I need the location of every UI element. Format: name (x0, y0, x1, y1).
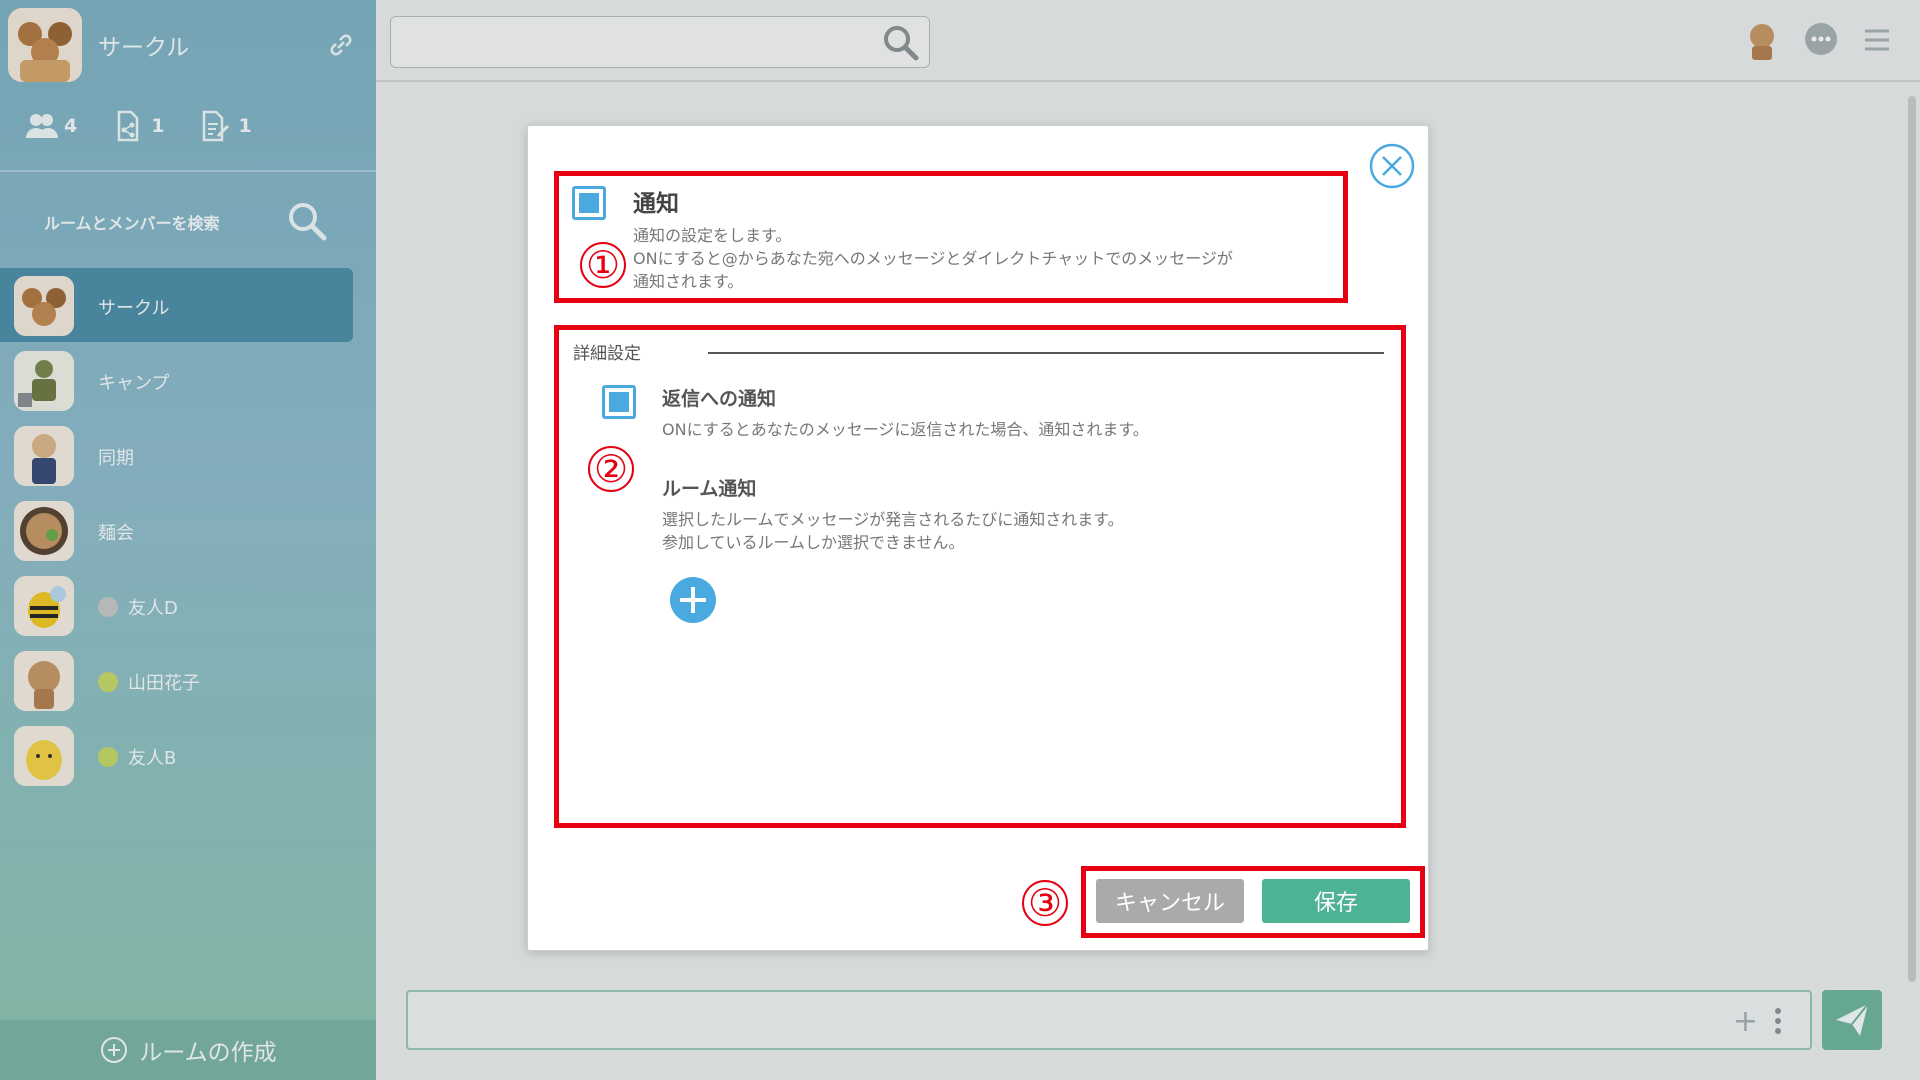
reply-notification-title: 返信への通知 (662, 388, 777, 410)
room-notification-desc: 選択したルームでメッセージが発言されるたびに通知されます。 参加しているルームし… (662, 508, 1124, 554)
notification-desc-line: ONにすると@からあなた宛へのメッセージとダイレクトチャットでのメッセージが (633, 249, 1233, 268)
notification-desc-line: 通知の設定をします。 (633, 226, 792, 245)
add-room-button[interactable] (670, 577, 716, 623)
close-icon[interactable] (1368, 142, 1416, 190)
notification-checkbox[interactable] (572, 186, 606, 220)
notification-description: 通知の設定をします。 ONにすると@からあなた宛へのメッセージとダイレクトチャッ… (633, 224, 1233, 293)
advanced-settings-label: 詳細設定 (573, 344, 641, 364)
step-number-1: ① (580, 242, 626, 288)
notification-title: 通知 (633, 191, 679, 217)
step-number-3: ③ (1022, 880, 1068, 926)
section-divider (708, 352, 1384, 354)
save-button[interactable]: 保存 (1262, 879, 1410, 923)
reply-notification-checkbox[interactable] (602, 385, 636, 419)
reply-notification-desc: ONにするとあなたのメッセージに返信された場合、通知されます。 (662, 420, 1149, 439)
room-notification-title: ルーム通知 (662, 478, 757, 500)
step-number-2: ② (588, 446, 634, 492)
notification-settings-dialog: 通知 通知の設定をします。 ONにすると@からあなた宛へのメッセージとダイレクト… (527, 125, 1429, 951)
room-desc-line: 選択したルームでメッセージが発言されるたびに通知されます。 (662, 510, 1124, 529)
notification-desc-line: 通知されます。 (633, 272, 744, 291)
room-desc-line: 参加しているルームしか選択できません。 (662, 533, 965, 552)
cancel-button[interactable]: キャンセル (1096, 879, 1244, 923)
